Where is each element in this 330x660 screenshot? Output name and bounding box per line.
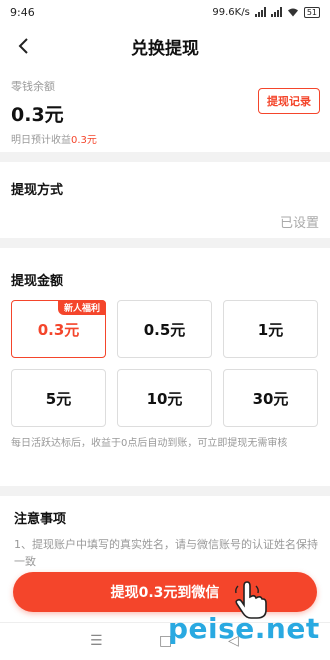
- amount-option-label: 0.5元: [143, 320, 186, 339]
- status-bar: 9:46 99.6K/s 51: [0, 0, 330, 24]
- method-title: 提现方式: [11, 183, 64, 198]
- page-title: 兑换提现: [131, 38, 199, 59]
- amount-note: 每日活跃达标后，收益于0点后自动到账，可立即提现无需审核: [11, 438, 288, 449]
- method-status: 已设置: [279, 216, 319, 231]
- balance-amount: 0.3元: [11, 104, 64, 126]
- back-button[interactable]: [10, 32, 38, 60]
- newbie-tag: 新人福利: [57, 300, 106, 315]
- amount-option-label: 30元: [252, 389, 289, 408]
- notes-title: 注意事项: [14, 512, 67, 527]
- amount-title: 提现金额: [11, 274, 64, 289]
- signal-icon: [254, 7, 266, 17]
- withdraw-to-wechat-button[interactable]: 提现0.3元到微信: [13, 572, 317, 612]
- estimate-value: 0.3元: [71, 135, 97, 146]
- watermark-text: peise.net: [168, 612, 320, 645]
- amount-option-0-3[interactable]: 新人福利 0.3元: [11, 300, 106, 358]
- amount-option-0-5[interactable]: 0.5元: [117, 300, 212, 358]
- back-arrow-icon: [18, 38, 28, 54]
- amount-option-10[interactable]: 10元: [117, 369, 212, 427]
- signal-icon: [270, 7, 282, 17]
- amount-option-1[interactable]: 1元: [223, 300, 318, 358]
- wifi-icon: [287, 8, 298, 17]
- battery-icon: 51: [303, 6, 320, 18]
- balance-label: 零钱余额: [11, 80, 55, 93]
- status-time: 9:46: [10, 5, 35, 19]
- notes-body: 1、提现账户中填写的真实姓名，请与微信账号的认证姓名保持一致: [14, 538, 318, 568]
- amount-option-30[interactable]: 30元: [223, 369, 318, 427]
- withdraw-method-section[interactable]: 提现方式 已设置: [0, 162, 330, 238]
- amount-option-label: 5元: [45, 389, 72, 408]
- amount-option-label: 1元: [257, 320, 284, 339]
- top-nav-bar: 兑换提现: [0, 24, 330, 68]
- network-speed: 99.6K/s: [212, 6, 250, 18]
- menu-key[interactable]: ☰: [90, 633, 103, 649]
- balance-card: 零钱余额 0.3元 明日预计收益0.3元 提现记录: [0, 68, 330, 152]
- amount-option-label: 0.3元: [37, 320, 80, 339]
- withdraw-amount-section: 提现金额 新人福利 0.3元 0.5元 1元 5元 10元 30元 每日活跃达标…: [0, 248, 330, 486]
- withdraw-record-button[interactable]: 提现记录: [258, 88, 320, 114]
- estimate-prefix: 明日预计收益: [11, 135, 71, 146]
- amount-option-label: 10元: [146, 389, 183, 408]
- estimate-text: 明日预计收益0.3元: [11, 131, 97, 146]
- amount-option-5[interactable]: 5元: [11, 369, 106, 427]
